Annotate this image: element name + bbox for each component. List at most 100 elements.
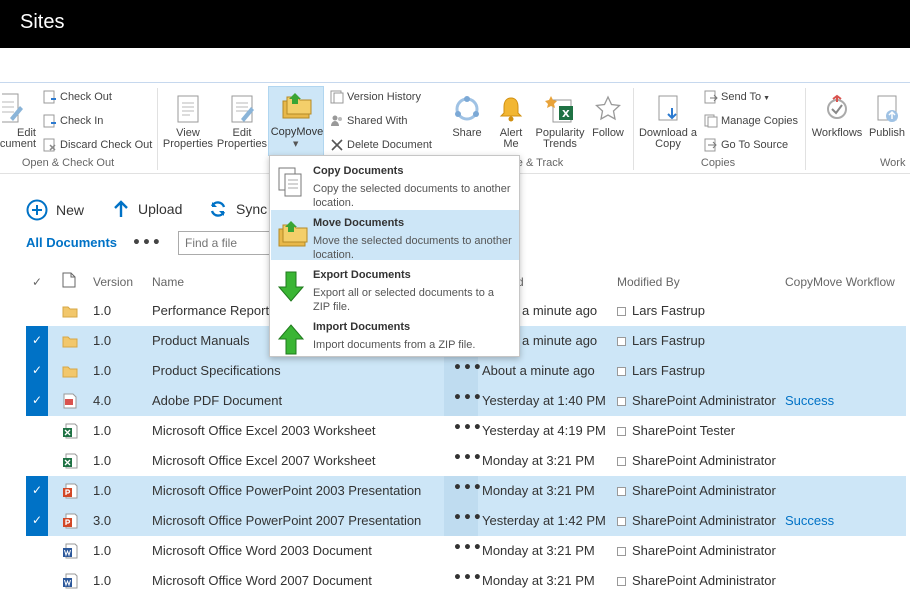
- presence-indicator: [617, 547, 626, 557]
- column-copymove-workflow[interactable]: CopyMove Workflow: [785, 275, 895, 289]
- row-name[interactable]: Microsoft Office Excel 2003 Worksheet: [152, 423, 376, 438]
- row-actions-button[interactable]: •••: [444, 476, 482, 506]
- column-modified-by[interactable]: Modified By: [617, 275, 680, 289]
- row-checkbox[interactable]: [26, 296, 48, 326]
- edit-document-icon: [2, 93, 23, 123]
- discard-check-out-button[interactable]: Discard Check Out: [43, 136, 152, 154]
- workflow-status-link[interactable]: Success: [785, 513, 834, 528]
- workflow-status-link[interactable]: Success: [785, 393, 834, 408]
- site-title[interactable]: Sites: [20, 11, 64, 34]
- row-checkbox[interactable]: ✓: [26, 386, 48, 416]
- row-modified-by[interactable]: Lars Fastrup: [617, 303, 705, 318]
- shared-with-button[interactable]: Shared With: [330, 112, 408, 130]
- row-name[interactable]: Microsoft Office Word 2003 Document: [152, 543, 372, 558]
- row-actions-button[interactable]: •••: [444, 536, 482, 566]
- edit-properties-button[interactable]: Edit Properties: [216, 94, 268, 150]
- table-row[interactable]: 1.0 Microsoft Office Word 2003 Document ••…: [26, 536, 906, 566]
- row-checkbox[interactable]: ✓: [26, 506, 48, 536]
- sync-button[interactable]: Sync: [208, 199, 267, 219]
- edit-document-button[interactable]: Edit cument: [0, 92, 36, 150]
- table-row[interactable]: 1.0 Microsoft Office Excel 2003 Worksheet…: [26, 416, 906, 446]
- file-type-header-icon[interactable]: [62, 272, 76, 288]
- row-modified-by[interactable]: Lars Fastrup: [617, 333, 705, 348]
- row-checkbox[interactable]: [26, 446, 48, 476]
- download-copy-button[interactable]: Download a Copy: [637, 94, 699, 150]
- column-version[interactable]: Version: [93, 275, 133, 289]
- row-actions-button[interactable]: •••: [444, 566, 482, 596]
- row-modified-by[interactable]: SharePoint Administrator: [617, 393, 776, 408]
- ellipsis-icon: •••: [453, 390, 483, 406]
- row-name[interactable]: Microsoft Office Word 2007 Document: [152, 573, 372, 588]
- row-name[interactable]: Adobe PDF Document: [152, 393, 282, 408]
- row-actions-button[interactable]: •••: [444, 446, 482, 476]
- check-in-button[interactable]: Check In: [43, 112, 103, 130]
- go-to-source-button[interactable]: Go To Source: [704, 136, 788, 154]
- row-name[interactable]: Product Manuals: [152, 333, 250, 348]
- table-row[interactable]: 1.0 Microsoft Office Excel 2007 Worksheet…: [26, 446, 906, 476]
- popularity-trends-button[interactable]: X Popularity Trends: [533, 94, 587, 150]
- excel-file-icon: [62, 453, 78, 469]
- delete-document-button[interactable]: Delete Document: [330, 136, 432, 154]
- table-row[interactable]: ✓ 4.0 Adobe PDF Document ••• Yesterday at 1:…: [26, 386, 906, 416]
- go-to-source-label: Go To Source: [721, 139, 789, 151]
- version-history-button[interactable]: Version History: [330, 88, 421, 106]
- row-modified-by[interactable]: Lars Fastrup: [617, 363, 705, 378]
- row-actions-button[interactable]: •••: [444, 416, 482, 446]
- workflows-button[interactable]: Workflows: [810, 94, 864, 139]
- menu-item-export-documents[interactable]: Export Documents Export all or selected …: [271, 262, 519, 313]
- row-actions-button[interactable]: •••: [444, 506, 482, 536]
- row-modified-by[interactable]: SharePoint Administrator: [617, 513, 776, 528]
- row-name[interactable]: Microsoft Office Excel 2007 Worksheet: [152, 453, 376, 468]
- find-file-input[interactable]: [178, 231, 278, 255]
- popularity-trends-label: Popularity Trends: [535, 127, 585, 150]
- view-more-ellipsis[interactable]: •••: [132, 235, 162, 251]
- row-name[interactable]: Performance Reports: [152, 303, 276, 318]
- send-to-button[interactable]: Send To ▼: [704, 88, 770, 106]
- share-button[interactable]: Share: [446, 94, 488, 139]
- row-actions-button[interactable]: •••: [444, 386, 482, 416]
- table-row[interactable]: ✓ 1.0 Microsoft Office PowerPoint 2003 Pre…: [26, 476, 906, 506]
- menu-item-import-documents[interactable]: Import Documents Import documents from a…: [271, 314, 519, 364]
- row-modified-by[interactable]: SharePoint Administrator: [617, 483, 776, 498]
- row-name[interactable]: Microsoft Office PowerPoint 2003 Present…: [152, 483, 421, 498]
- manage-copies-button[interactable]: Manage Copies: [704, 112, 798, 130]
- new-button[interactable]: New: [26, 199, 84, 221]
- table-row[interactable]: 1.0 Microsoft Office Word 2007 Document ••…: [26, 566, 906, 596]
- view-all-documents[interactable]: All Documents: [26, 235, 117, 250]
- row-modified-by[interactable]: SharePoint Administrator: [617, 453, 776, 468]
- check-out-button[interactable]: Check Out: [43, 88, 112, 106]
- group-copies: Copies: [700, 157, 736, 169]
- row-checkbox[interactable]: ✓: [26, 326, 48, 356]
- menu-item-description: Move the selected documents to another l…: [313, 235, 512, 261]
- table-row[interactable]: ✓ 3.0 Microsoft Office PowerPoint 2007 Pre…: [26, 506, 906, 536]
- menu-item-move-documents[interactable]: Move Documents Move the selected documen…: [271, 210, 519, 261]
- row-checkbox[interactable]: [26, 566, 48, 596]
- publish-button[interactable]: Publish: [867, 94, 907, 139]
- follow-button[interactable]: Follow: [589, 94, 627, 139]
- presence-indicator: [617, 517, 626, 527]
- row-checkbox[interactable]: [26, 416, 48, 446]
- row-modified: Monday at 3:21 PM: [482, 573, 595, 588]
- row-name[interactable]: Microsoft Office PowerPoint 2007 Present…: [152, 513, 421, 528]
- modified-by-name: SharePoint Administrator: [632, 393, 776, 408]
- row-name[interactable]: Product Specifications: [152, 363, 281, 378]
- excel-trends-icon: X: [545, 96, 573, 123]
- row-checkbox[interactable]: [26, 536, 48, 566]
- menu-item-title: Move Documents: [313, 217, 405, 229]
- modified-by-name: Lars Fastrup: [632, 363, 705, 378]
- column-name[interactable]: Name: [152, 275, 184, 289]
- row-version: 1.0: [93, 303, 112, 318]
- upload-button[interactable]: Upload: [112, 199, 182, 219]
- menu-item-copy-documents[interactable]: Copy Documents Copy the selected documen…: [271, 158, 519, 209]
- view-properties-button[interactable]: View Properties: [162, 94, 214, 150]
- copymove-button[interactable]: CopyMove ▼: [268, 86, 324, 156]
- select-all-checkmark-icon[interactable]: ✓: [32, 275, 42, 289]
- row-modified-by[interactable]: SharePoint Administrator: [617, 543, 776, 558]
- row-checkbox[interactable]: ✓: [26, 356, 48, 386]
- chevron-down-icon: ▼: [763, 95, 771, 102]
- row-modified-by[interactable]: SharePoint Administrator: [617, 573, 776, 588]
- row-modified-by[interactable]: SharePoint Tester: [617, 423, 735, 438]
- modified-by-name: SharePoint Administrator: [632, 483, 776, 498]
- row-checkbox[interactable]: ✓: [26, 476, 48, 506]
- alert-me-button[interactable]: Alert Me: [492, 94, 530, 150]
